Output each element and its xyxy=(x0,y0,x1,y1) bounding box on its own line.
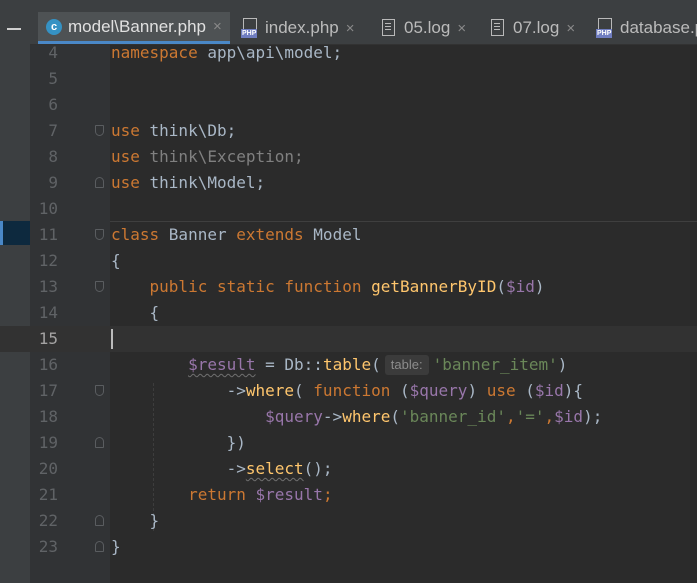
line-number: 10 xyxy=(38,199,58,218)
line-number: 15 xyxy=(38,329,58,348)
code-text: { xyxy=(111,251,121,270)
code-text: class Banner extends Model xyxy=(111,225,362,244)
fold-marker-icon[interactable] xyxy=(95,385,104,396)
fold-marker-icon[interactable] xyxy=(95,541,104,552)
fold-marker-icon[interactable] xyxy=(95,177,104,188)
line-number: 23 xyxy=(38,537,58,556)
line-number: 8 xyxy=(48,147,58,166)
line-number: 14 xyxy=(38,303,58,322)
php-file-icon: PHP xyxy=(596,18,614,38)
tab-label: 05.log xyxy=(404,18,451,37)
code-text: public static function getBannerByID($id… xyxy=(149,277,545,296)
code-editor[interactable]: 4 namespace app\api\model; 5 6 7 use think\Db… xyxy=(0,43,697,583)
code-line[interactable]: 23} xyxy=(0,534,697,560)
code-line[interactable]: 19 }) xyxy=(0,430,697,456)
code-line[interactable]: 17 ->where( function ($query) use ($id){ xyxy=(0,378,697,404)
code-line[interactable]: 22 } xyxy=(0,508,697,534)
code-text: $result = Db::table(table:'banner_item') xyxy=(188,355,568,375)
close-tab-icon[interactable]: × xyxy=(566,20,575,37)
tab-label: model\Banner.php xyxy=(68,16,206,36)
close-tab-icon[interactable]: × xyxy=(457,20,466,37)
code-line[interactable]: 7 use think\Db; xyxy=(0,118,697,144)
log-file-icon xyxy=(491,19,505,37)
line-number: 7 xyxy=(48,121,58,140)
line-number: 20 xyxy=(38,459,58,478)
tab-label: index.php xyxy=(265,18,339,37)
minimize-icon[interactable] xyxy=(7,28,21,30)
close-tab-icon[interactable]: × xyxy=(346,20,355,37)
line-number: 21 xyxy=(38,485,58,504)
line-number: 17 xyxy=(38,381,58,400)
code-text: { xyxy=(111,303,160,322)
line-number: 11 xyxy=(38,225,58,244)
text-caret xyxy=(111,329,113,349)
line-number: 5 xyxy=(48,69,58,88)
code-line[interactable]: 9 use think\Model; xyxy=(0,170,697,196)
code-text: return $result; xyxy=(188,485,333,504)
tab-label: 07.log xyxy=(513,18,560,37)
fold-marker-icon[interactable] xyxy=(95,281,104,292)
code-line[interactable]: 11 class Banner extends Model xyxy=(0,222,697,248)
code-text: } xyxy=(111,511,160,530)
code-text: use think\Db; xyxy=(111,121,237,140)
fold-marker-icon[interactable] xyxy=(95,229,104,240)
code-text: } xyxy=(111,537,121,556)
code-line[interactable]: 18 $query->where('banner_id','=',$id); xyxy=(0,404,697,430)
line-number: 18 xyxy=(38,407,58,426)
fold-marker-icon[interactable] xyxy=(95,125,104,136)
code-text: use think\Exception; xyxy=(111,147,304,166)
php-class-icon: c xyxy=(46,18,62,35)
code-text: $query->where('banner_id','=',$id); xyxy=(265,407,603,426)
line-number: 13 xyxy=(38,277,58,296)
editor-tab-bar: c model\Banner.php × PHP index.php × 05.… xyxy=(30,0,697,45)
log-file-icon xyxy=(382,19,396,37)
code-line[interactable]: 15 xyxy=(0,326,697,352)
code-text: ->where( function ($query) use ($id){ xyxy=(111,381,584,400)
tab-label: database.p xyxy=(620,18,697,37)
php-file-icon: PHP xyxy=(241,18,259,38)
code-line[interactable]: 13 public static function getBannerByID(… xyxy=(0,274,697,300)
line-number: 16 xyxy=(38,355,58,374)
code-line[interactable]: 14 { xyxy=(0,300,697,326)
line-number: 9 xyxy=(48,173,58,192)
line-number: 12 xyxy=(38,251,58,270)
code-line[interactable]: 4 namespace app\api\model; xyxy=(0,40,697,66)
code-line[interactable]: 6 xyxy=(0,92,697,118)
code-line[interactable]: 20 ->select(); xyxy=(0,456,697,482)
parameter-hint: table: xyxy=(384,355,429,375)
code-text: namespace app\api\model; xyxy=(111,43,343,62)
close-tab-icon[interactable]: × xyxy=(213,18,222,35)
line-number: 19 xyxy=(38,433,58,452)
code-text: use think\Model; xyxy=(111,173,266,192)
code-line[interactable]: 12 { xyxy=(0,248,697,274)
code-text: ->select(); xyxy=(111,459,333,478)
fold-marker-icon[interactable] xyxy=(95,515,104,526)
code-line[interactable]: 21 return $result; xyxy=(0,482,697,508)
code-line[interactable]: 5 xyxy=(0,66,697,92)
line-number: 22 xyxy=(38,511,58,530)
code-text: }) xyxy=(111,433,246,452)
code-line[interactable]: 8 use think\Exception; xyxy=(0,144,697,170)
fold-marker-icon[interactable] xyxy=(95,437,104,448)
code-line[interactable]: 10 xyxy=(0,196,697,222)
line-number: 4 xyxy=(48,43,58,62)
code-line[interactable]: 16 $result = Db::table(table:'banner_ite… xyxy=(0,352,697,378)
line-number: 6 xyxy=(48,95,58,114)
